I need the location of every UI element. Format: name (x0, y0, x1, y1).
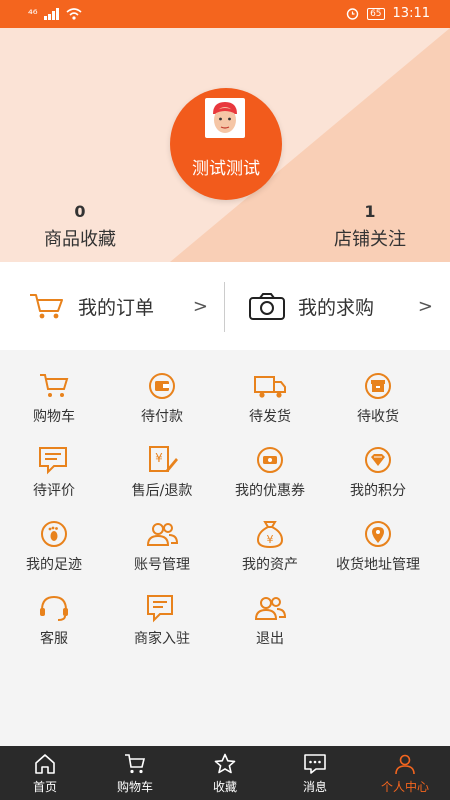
menu-item-after-sales[interactable]: ¥ 售后/退款 (108, 436, 216, 510)
merchant-icon (147, 595, 173, 623)
status-left: ⁴⁶ (28, 7, 82, 21)
headset-icon (40, 595, 68, 621)
menu-item-pending-receipt[interactable]: 待收货 (324, 362, 432, 436)
username: 测试测试 (192, 159, 260, 179)
avatar-face-icon (205, 98, 245, 138)
menu-item-address[interactable]: 收货地址管理 (324, 510, 432, 584)
tab-favorites[interactable]: 收藏 (180, 746, 270, 800)
network-indicator: ⁴⁶ (28, 7, 38, 21)
menu-item-label: 我的足迹 (26, 557, 82, 573)
my-orders-button[interactable]: 我的订单 > (28, 262, 208, 350)
truck-icon (254, 376, 286, 398)
menu-item-label: 我的积分 (350, 483, 406, 499)
menu-item-label: 我的优惠券 (235, 483, 305, 499)
menu-item-label: 客服 (40, 631, 68, 647)
cart-icon (40, 374, 69, 397)
stat-count: 1 (364, 202, 376, 221)
home-icon (35, 754, 55, 774)
avatar[interactable]: 测试测试 (170, 88, 282, 200)
logout-icon (254, 597, 287, 620)
menu-item-label: 购物车 (33, 409, 75, 425)
cart-icon (125, 754, 146, 774)
bottom-tab-bar: 首页 购物车 收藏 消息 个人中心 (0, 746, 450, 800)
tab-cart[interactable]: 购物车 (90, 746, 180, 800)
menu-item-label: 账号管理 (134, 557, 190, 573)
clock: 13:11 (392, 6, 430, 21)
refund-icon: ¥ (149, 446, 178, 472)
tab-label: 消息 (302, 780, 327, 794)
my-requests-label: 我的求购 (298, 296, 375, 319)
tab-profile[interactable]: 个人中心 (360, 746, 450, 800)
wallet-icon (149, 373, 175, 399)
menu-item-points[interactable]: 我的积分 (324, 436, 432, 510)
menu-item-coupons[interactable]: 我的优惠券 (216, 436, 324, 510)
tab-home[interactable]: 首页 (0, 746, 90, 800)
money-bag-icon: ¥ (256, 521, 284, 549)
stat-favorite-goods[interactable]: 0 商品收藏 (15, 202, 145, 251)
menu-item-footprints[interactable]: 我的足迹 (0, 510, 108, 584)
menu-item-label: 商家入驻 (134, 631, 190, 647)
alarm-icon (346, 8, 359, 20)
menu-item-label: 退出 (256, 631, 284, 647)
menu-item-assets[interactable]: ¥ 我的资产 (216, 510, 324, 584)
location-icon (365, 521, 391, 547)
menu-item-label: 待评价 (33, 483, 75, 499)
cart-icon (30, 294, 63, 319)
footprint-icon (41, 521, 67, 547)
person-icon (395, 754, 415, 775)
svg-text:¥: ¥ (155, 451, 163, 465)
box-icon (365, 373, 391, 399)
comment-icon (39, 447, 67, 475)
menu-item-pending-shipment[interactable]: 待发货 (216, 362, 324, 436)
menu-item-account[interactable]: 账号管理 (108, 510, 216, 584)
orders-section: 我的订单 > 我的求购 > (0, 262, 450, 350)
menu-item-label: 我的资产 (242, 557, 298, 573)
menu-item-label: 待收货 (357, 409, 399, 425)
svg-text:¥: ¥ (267, 533, 274, 546)
message-icon (304, 754, 326, 774)
my-requests-button[interactable]: 我的求购 > (248, 262, 433, 350)
status-right: 65 13:11 (346, 6, 430, 21)
profile-header: 测试测试 0 商品收藏 1 店铺关注 (0, 28, 450, 262)
menu-item-customer-service[interactable]: 客服 (0, 584, 108, 658)
menu-item-cart[interactable]: 购物车 (0, 362, 108, 436)
account-icon (146, 523, 179, 546)
chevron-right-icon: > (192, 295, 208, 317)
stat-followed-stores[interactable]: 1 店铺关注 (305, 202, 435, 251)
star-icon (214, 753, 236, 774)
tab-label: 收藏 (212, 780, 237, 794)
menu-item-logout[interactable]: 退出 (216, 584, 324, 658)
my-orders-label: 我的订单 (78, 296, 155, 319)
wifi-icon (66, 8, 82, 20)
battery-icon: 65 (367, 7, 385, 20)
divider (224, 282, 225, 332)
status-bar: ⁴⁶ 65 13:11 (0, 0, 450, 28)
menu-grid: 购物车 待付款 待发货 待收货 待评价 ¥ 售后/退款 我的优惠券 我的积分 我… (0, 362, 450, 662)
menu-item-label: 待付款 (141, 409, 183, 425)
menu-item-merchant[interactable]: 商家入驻 (108, 584, 216, 658)
menu-item-pending-review[interactable]: 待评价 (0, 436, 108, 510)
menu-item-pending-payment[interactable]: 待付款 (108, 362, 216, 436)
tab-messages[interactable]: 消息 (270, 746, 360, 800)
tab-label: 首页 (32, 780, 57, 794)
tab-label: 个人中心 (380, 780, 429, 794)
menu-item-label: 售后/退款 (131, 483, 193, 499)
chevron-right-icon: > (417, 295, 433, 317)
stat-label: 商品收藏 (44, 229, 116, 250)
menu-item-label: 待发货 (249, 409, 291, 425)
signal-icon (43, 8, 59, 20)
stat-label: 店铺关注 (334, 229, 406, 250)
coupon-icon (257, 447, 283, 473)
tab-label: 购物车 (116, 780, 153, 794)
points-icon (365, 447, 391, 473)
camera-icon (249, 293, 285, 320)
menu-item-label: 收货地址管理 (336, 557, 420, 573)
stat-count: 0 (74, 202, 86, 221)
